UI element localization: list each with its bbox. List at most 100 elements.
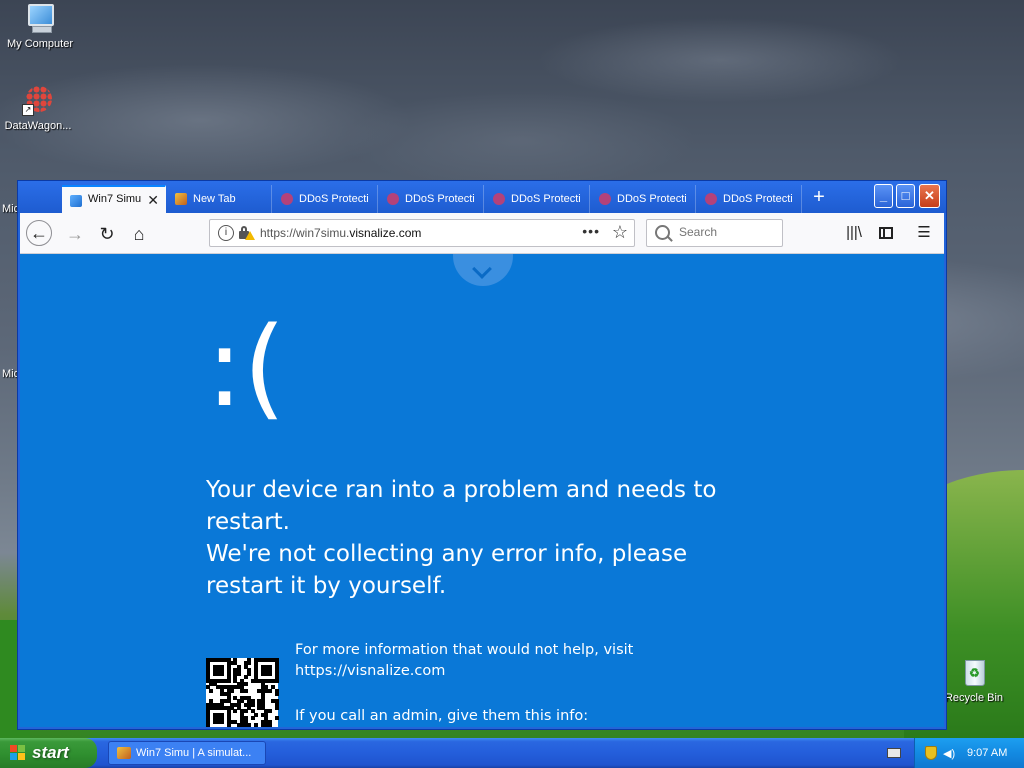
back-button[interactable]: ← — [26, 220, 52, 246]
url-text[interactable]: https://win7simu.visnalize.com — [260, 226, 421, 240]
qr-module — [243, 682, 248, 686]
home-button[interactable]: ⌂ — [126, 221, 152, 247]
tab-ddos-protection[interactable]: DDoS Protecti — [273, 185, 378, 213]
page-actions-button[interactable]: ••• — [582, 223, 600, 239]
sad-face: :( — [206, 303, 286, 431]
insecure-lock-icon[interactable] — [238, 225, 255, 240]
qr-module — [243, 709, 248, 714]
qr-module — [247, 661, 252, 666]
sidebar-icon — [879, 227, 893, 240]
error-message: Your device ran into a problem and needs… — [206, 474, 766, 602]
system-tray: ◀) 9:07 AM — [914, 738, 1024, 768]
tab-label: DDoS Protecti — [299, 193, 369, 205]
qr-module — [274, 692, 279, 697]
qr-module — [247, 671, 252, 676]
qr-module — [250, 702, 255, 707]
more-info-link[interactable]: https://visnalize.com — [295, 661, 695, 682]
desktop-icon-datawagon[interactable]: ↗ DataWagon... — [0, 84, 78, 132]
more-info-text: For more information that would not help… — [295, 640, 695, 682]
desktop-icon-label: DataWagon... — [4, 120, 72, 132]
qr-module — [243, 675, 248, 680]
ddos-favicon-icon — [281, 193, 293, 205]
tab-bar: Win7 Simu ✕ New Tab DDoS Protecti DDoS P… — [18, 181, 946, 213]
admin-info-text: If you call an admin, give them this inf… — [295, 708, 589, 724]
start-button[interactable]: start — [0, 738, 97, 768]
sidebar-toggle-button[interactable] — [874, 221, 898, 245]
error-message-line: Your device ran into a problem and needs… — [206, 477, 717, 535]
tab-ddos-protection[interactable]: DDoS Protecti — [697, 185, 802, 213]
tab-label: DDoS Protecti — [723, 193, 793, 205]
search-icon — [655, 225, 670, 240]
qr-module — [236, 671, 241, 676]
tab-label: New Tab — [193, 193, 236, 205]
tab-ddos-protection[interactable]: DDoS Protecti — [485, 185, 590, 213]
error-message-line: We're not collecting any error info, ple… — [206, 541, 688, 599]
tab-label: DDoS Protecti — [405, 193, 475, 205]
library-button[interactable]: |||\ — [842, 221, 866, 245]
chevron-down-icon — [472, 259, 492, 279]
qr-module — [233, 709, 238, 714]
taskbar: start Win7 Simu | A simulat... ◀) 9:07 A… — [0, 738, 1024, 768]
qr-module — [274, 716, 279, 721]
tab-close-icon[interactable]: ✕ — [147, 192, 159, 209]
qr-module — [230, 688, 234, 693]
collapse-toggle-button[interactable] — [453, 254, 513, 286]
firefox-icon — [117, 747, 131, 759]
browser-window: Win7 Simu ✕ New Tab DDoS Protecti DDoS P… — [17, 180, 947, 730]
tab-label: DDoS Protecti — [617, 193, 687, 205]
minimize-button[interactable]: _ — [874, 184, 893, 208]
search-input[interactable] — [677, 224, 781, 240]
win7-favicon-icon — [70, 195, 82, 207]
firefox-favicon-icon — [175, 193, 187, 205]
reload-button[interactable]: ↻ — [94, 221, 120, 247]
recycle-bin-icon: ♻ — [958, 656, 990, 688]
forward-button[interactable]: → — [62, 221, 88, 247]
search-bar[interactable] — [646, 219, 783, 247]
desktop-icon-my-computer[interactable]: My Computer — [0, 2, 80, 50]
qr-module — [243, 688, 248, 693]
ddos-favicon-icon — [599, 193, 611, 205]
windows-logo-icon — [10, 745, 26, 761]
ddos-favicon-icon — [705, 193, 717, 205]
datawagon-icon: ↗ — [22, 84, 54, 116]
ddos-favicon-icon — [387, 193, 399, 205]
security-shield-icon[interactable] — [925, 746, 937, 760]
taskbar-item-browser[interactable]: Win7 Simu | A simulat... — [108, 741, 266, 765]
keyboard-icon[interactable] — [887, 748, 901, 758]
qr-module — [274, 678, 279, 683]
qr-module — [267, 671, 272, 676]
ddos-favicon-icon — [493, 193, 505, 205]
qr-module — [219, 719, 224, 724]
tab-label: Win7 Simu — [88, 193, 142, 205]
clock[interactable]: 9:07 AM — [967, 747, 1007, 759]
more-info-line: For more information that would not help… — [295, 642, 634, 658]
tab-win7-simu[interactable]: Win7 Simu ✕ — [62, 185, 166, 213]
qr-module — [267, 709, 272, 714]
tab-ddos-protection[interactable]: DDoS Protecti — [379, 185, 484, 213]
start-label: start — [32, 743, 69, 762]
taskbar-item-label: Win7 Simu | A simulat... — [136, 747, 252, 759]
new-tab-button[interactable]: + — [806, 185, 832, 211]
bookmark-star-icon[interactable]: ☆ — [612, 222, 628, 243]
desktop-icon-label: My Computer — [6, 38, 74, 50]
qr-module — [226, 678, 231, 683]
navigation-toolbar: ← → ↻ ⌂ i https://win7simu.visnalize.com… — [20, 213, 944, 254]
qr-module — [209, 688, 214, 693]
volume-icon[interactable]: ◀) — [943, 747, 955, 760]
site-info-icon[interactable]: i — [218, 225, 234, 241]
qr-code — [206, 658, 279, 727]
qr-module — [254, 712, 258, 717]
qr-module — [274, 706, 279, 710]
address-bar[interactable]: i https://win7simu.visnalize.com ••• ☆ — [209, 219, 635, 247]
tab-ddos-protection[interactable]: DDoS Protecti — [591, 185, 696, 213]
qr-module — [219, 671, 224, 676]
qr-module — [250, 716, 255, 721]
close-window-button[interactable]: ✕ — [919, 184, 940, 208]
bsod-page: :( Your device ran into a problem and ne… — [20, 254, 944, 727]
maximize-button[interactable]: □ — [896, 184, 915, 208]
qr-module — [267, 723, 272, 727]
tab-new-tab[interactable]: New Tab — [167, 185, 272, 213]
hamburger-menu-button[interactable]: ☰ — [912, 221, 936, 245]
qr-module — [267, 688, 272, 693]
tab-label: DDoS Protecti — [511, 193, 581, 205]
